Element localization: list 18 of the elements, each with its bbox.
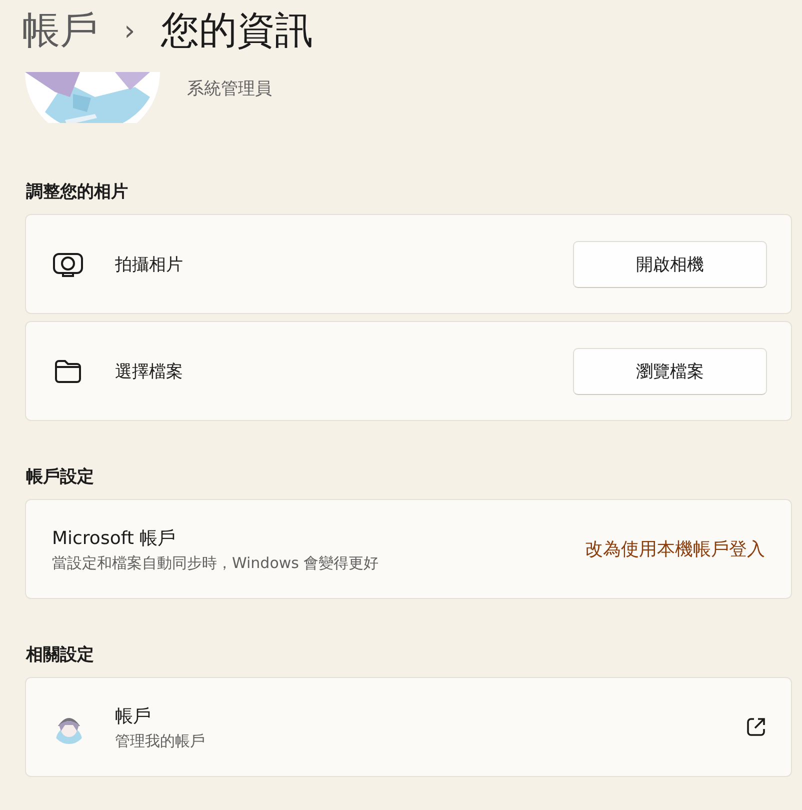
sign-in-link[interactable]: 改為使用本機帳戶登入	[585, 537, 765, 561]
section-title: 帳戶設定	[26, 466, 95, 487]
breadcrumb-separator: ›	[124, 14, 136, 46]
action-button[interactable]: 瀏覽檔案	[573, 348, 767, 394]
section-title: 相關設定	[26, 644, 95, 665]
card-title: 帳戶	[115, 704, 152, 728]
card-subtitle: 當設定和檔案自動同步時，Windows 會變得更好	[52, 554, 380, 572]
external-link-icon[interactable]	[745, 716, 767, 738]
section-title: 調整您的相片	[26, 181, 129, 202]
card-subtitle: 管理我的帳戶	[115, 732, 206, 750]
card-label: 拍攝相片	[115, 254, 184, 276]
account-role: 系統管理員	[187, 78, 272, 100]
settings-card[interactable]: 帳戶 管理我的帳戶	[25, 677, 792, 777]
card-title: Microsoft 帳戶	[52, 526, 177, 550]
breadcrumb-parent[interactable]: 帳戶	[22, 4, 98, 56]
page-title: 您的資訊	[161, 6, 314, 54]
card-label: 選擇檔案	[115, 360, 184, 382]
action-button[interactable]: 開啟相機	[573, 240, 767, 288]
